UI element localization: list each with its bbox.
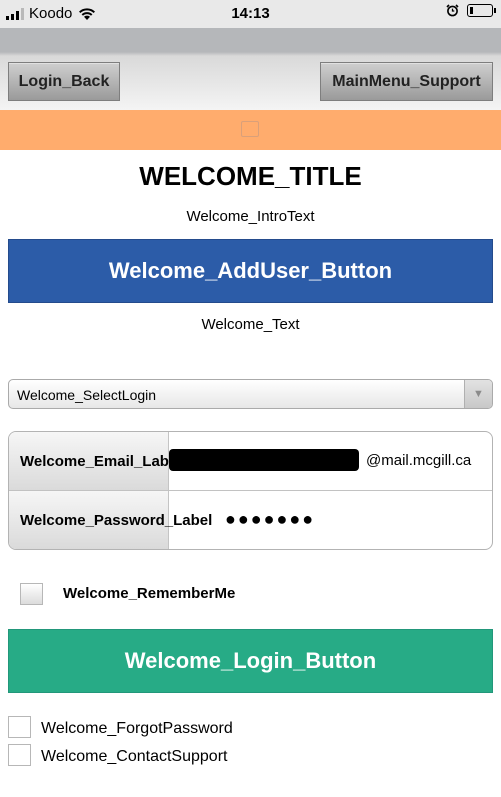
status-bar: Koodo 14:13 (0, 0, 501, 28)
support-button[interactable]: MainMenu_Support (320, 62, 493, 101)
email-field[interactable]: @mail.mcgill.ca (169, 432, 492, 490)
email-value: @mail.mcgill.ca (366, 452, 472, 469)
forgot-password-checkbox[interactable] (8, 716, 31, 738)
status-right (446, 4, 496, 17)
add-user-button[interactable]: Welcome_AddUser_Button (8, 239, 493, 303)
battery-icon (467, 4, 496, 17)
forgot-password-link[interactable]: Welcome_ForgotPassword (41, 720, 233, 738)
password-row: Welcome_Password_Label ●●●●●●● (9, 491, 492, 549)
status-time: 14:13 (231, 5, 270, 22)
login-button[interactable]: Welcome_Login_Button (8, 629, 493, 693)
password-value: ●●●●●●● (225, 509, 316, 529)
back-button[interactable]: Login_Back (8, 62, 120, 101)
alarm-clock-icon (446, 4, 459, 17)
intro-text: Welcome_IntroText (186, 208, 315, 225)
dropdown-arrow-icon[interactable]: ▼ (464, 380, 492, 408)
remember-me-checkbox[interactable] (20, 583, 43, 605)
contact-support-checkbox[interactable] (8, 744, 31, 766)
email-label: Welcome_Email_Label (9, 432, 181, 490)
email-row: Welcome_Email_Label @mail.mcgill.ca (9, 432, 492, 491)
broken-image-icon (241, 121, 259, 137)
select-login-value: Welcome_SelectLogin (17, 387, 157, 403)
welcome-text: Welcome_Text (201, 316, 300, 333)
password-label: Welcome_Password_Label (9, 491, 212, 549)
header-banner (0, 110, 501, 150)
login-form: Welcome_Email_Label @mail.mcgill.ca Welc… (8, 431, 493, 550)
navigation-bar: Login_Back MainMenu_Support (0, 28, 501, 110)
redaction-mark (169, 449, 359, 471)
select-login-dropdown[interactable]: Welcome_SelectLogin ▼ (8, 379, 493, 409)
remember-me-label: Welcome_RememberMe (63, 585, 236, 602)
page-title: WELCOME_TITLE (139, 161, 362, 191)
contact-support-link[interactable]: Welcome_ContactSupport (41, 748, 227, 766)
password-field[interactable]: ●●●●●●● (169, 491, 492, 549)
